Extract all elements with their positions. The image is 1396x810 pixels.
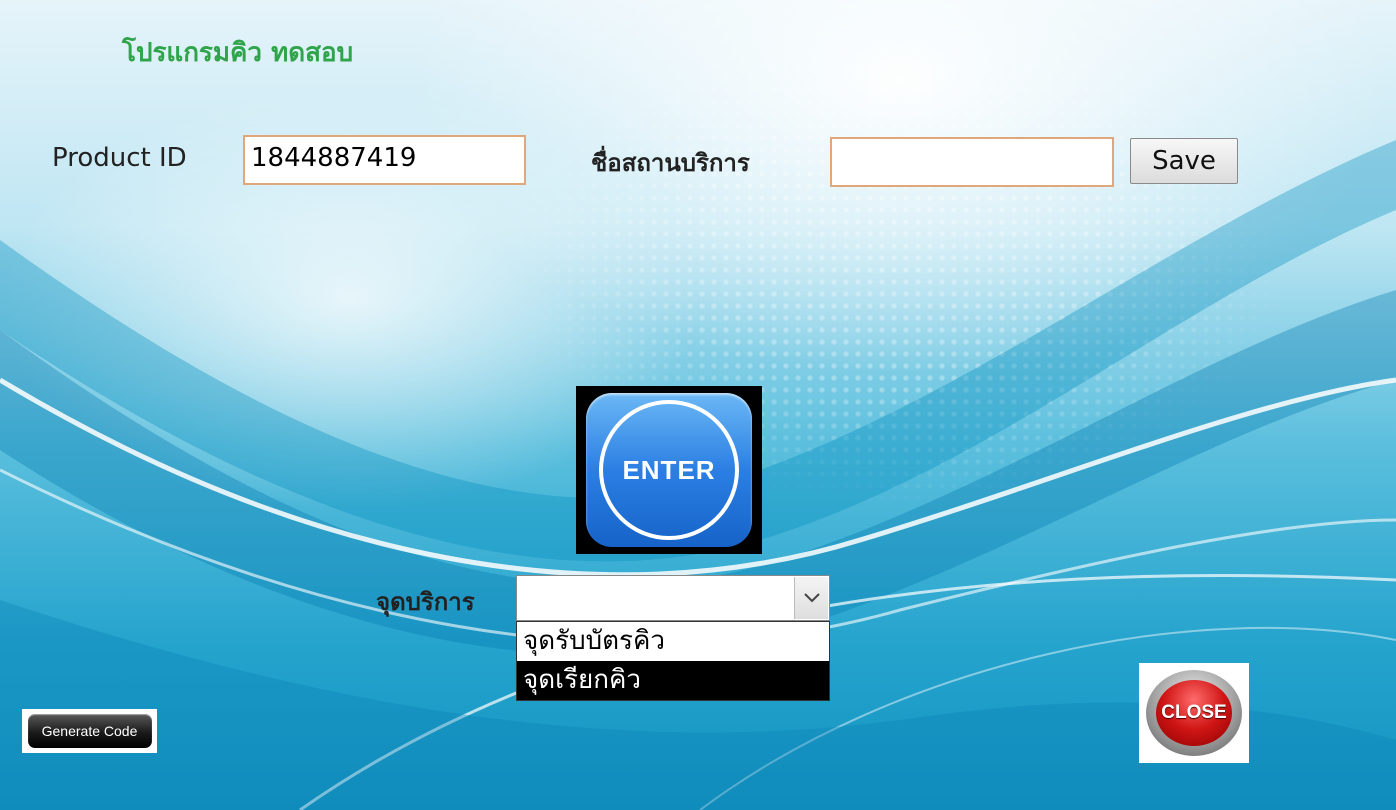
- service-name-field[interactable]: [830, 137, 1114, 187]
- dropdown-option[interactable]: จุดรับบัตรคิว: [517, 622, 829, 661]
- generate-code-label: Generate Code: [27, 714, 152, 748]
- save-button[interactable]: Save: [1130, 138, 1238, 184]
- window-title: โปรแกรมคิว ทดสอบ: [122, 38, 354, 68]
- generate-code-button[interactable]: Generate Code: [22, 709, 157, 753]
- service-name-label: ชื่อสถานบริการ: [591, 149, 750, 177]
- dropdown-option-highlighted[interactable]: จุดเรียกคิว: [517, 661, 829, 700]
- product-id-label: Product ID: [52, 143, 187, 173]
- enter-label: ENTER: [599, 400, 739, 540]
- service-point-label: จุดบริการ: [376, 588, 475, 616]
- close-button[interactable]: CLOSE: [1139, 663, 1249, 763]
- service-point-dropdown-list: จุดรับบัตรคิว จุดเรียกคิว: [516, 621, 830, 701]
- enter-tile: ENTER: [586, 393, 752, 547]
- service-point-select[interactable]: [516, 575, 830, 621]
- close-icon: CLOSE: [1146, 670, 1242, 756]
- enter-button[interactable]: ENTER: [576, 386, 762, 554]
- close-label: CLOSE: [1156, 680, 1232, 746]
- chevron-down-icon[interactable]: [794, 577, 828, 619]
- product-id-field[interactable]: 1844887419: [243, 135, 526, 185]
